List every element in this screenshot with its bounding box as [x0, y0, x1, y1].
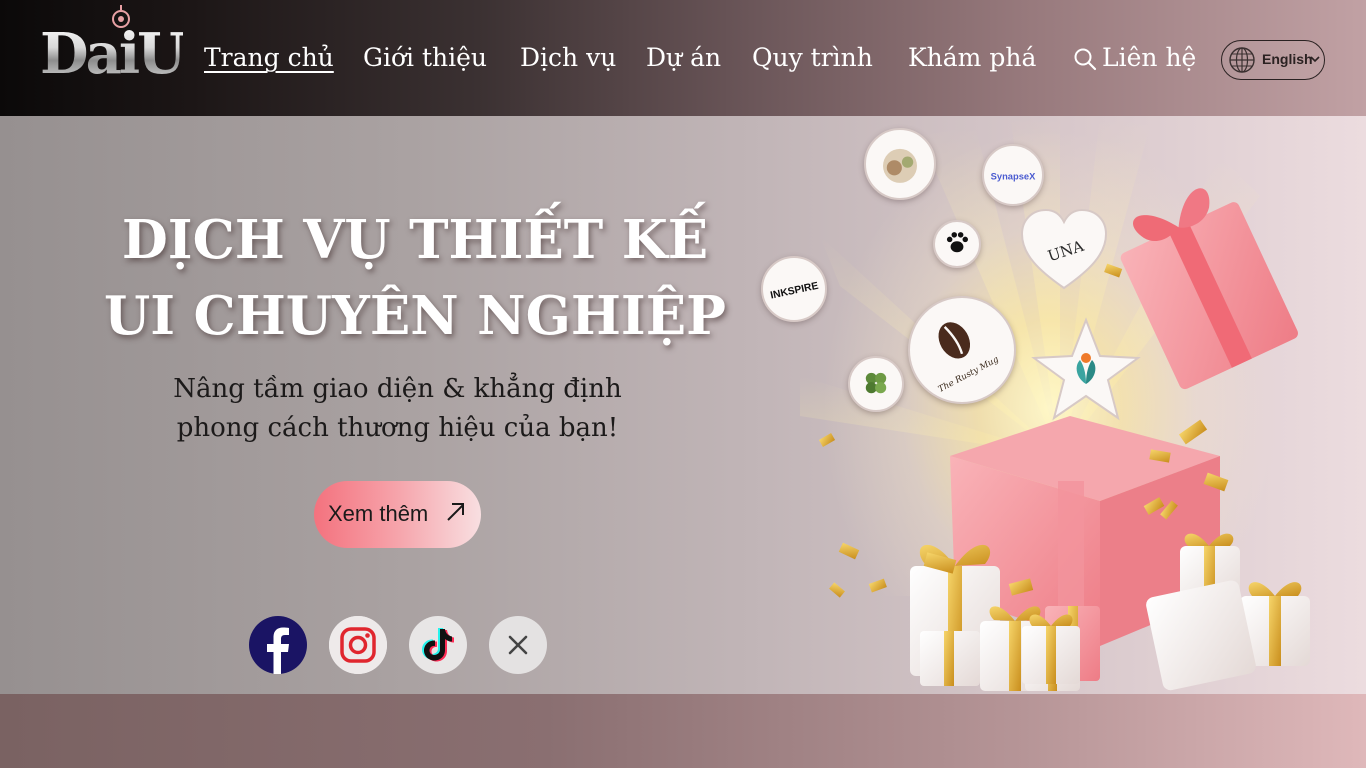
paw-icon: [936, 223, 978, 265]
coffee-bean-icon: The Rusty Mug: [911, 299, 1013, 401]
arrow-up-right-icon: [447, 503, 464, 521]
nav-item-du-an[interactable]: Dự án: [646, 40, 721, 76]
client-logo-una-heart: UNA: [1020, 208, 1108, 290]
globe-icon: [1229, 47, 1255, 73]
close-icon: [489, 616, 547, 674]
logo[interactable]: DaiU: [40, 5, 186, 88]
nav-item-trang-chu[interactable]: Trang chủ: [204, 40, 334, 76]
svg-text:SynapseX: SynapseX: [991, 172, 1036, 182]
hero-title-line-2: UI CHUYÊN NGHIỆP: [104, 285, 726, 347]
client-logo-clover: [848, 356, 904, 412]
cta-label: Xem thêm: [328, 501, 429, 526]
client-logo-star: [1031, 317, 1141, 421]
client-logo-inkspire: INKSPIRE: [761, 256, 827, 322]
hero-subtitle: Nâng tầm giao diện & khẳng định phong cá…: [110, 370, 685, 448]
language-selector[interactable]: English: [1221, 40, 1325, 80]
hero-subtitle-line-1: Nâng tầm giao diện & khẳng định: [173, 374, 622, 404]
tiktok-link[interactable]: [409, 616, 467, 674]
nav-item-quy-trinh[interactable]: Quy trình: [752, 40, 873, 76]
client-logo-synapsex: SynapseX: [982, 144, 1044, 206]
client-badge-icon: [868, 132, 932, 196]
synapsex-icon: SynapseX: [985, 147, 1041, 203]
nav-item-dich-vu[interactable]: Dịch vụ: [520, 40, 616, 76]
nav-item-kham-pha[interactable]: Khám phá: [908, 40, 1036, 76]
xem-them-button[interactable]: Xem thêm: [314, 481, 481, 548]
instagram-link[interactable]: [329, 616, 387, 674]
facebook-icon: [249, 616, 307, 674]
hero-title-line-1: DỊCH VỤ THIẾT KẾ: [121, 209, 709, 271]
hero-title: DỊCH VỤ THIẾT KẾ UI CHUYÊN NGHIỆP: [100, 202, 730, 354]
client-logo-rusty-mug: The Rusty Mug: [908, 296, 1016, 404]
clover-icon: [851, 359, 901, 409]
inkspire-icon: INKSPIRE: [764, 259, 824, 319]
client-logo-paw: [933, 220, 981, 268]
nav-item-gioi-thieu[interactable]: Giới thiệu: [363, 40, 487, 76]
client-logo-1: [864, 128, 936, 200]
next-section-band: [0, 694, 1366, 768]
tiktok-icon: [409, 616, 467, 674]
logo-text: DaiU: [40, 21, 186, 87]
language-label: English: [1262, 51, 1313, 67]
hero-section: DỊCH VỤ THIẾT KẾ UI CHUYÊN NGHIỆP Nâng t…: [0, 116, 1366, 694]
search-icon[interactable]: [1073, 47, 1097, 71]
instagram-icon: [329, 616, 387, 674]
close-social-button[interactable]: [489, 616, 547, 674]
chevron-down-icon: [1310, 56, 1320, 63]
hero-subtitle-line-2: phong cách thương hiệu của bạn!: [176, 413, 619, 443]
nav-item-lien-he[interactable]: Liên hệ: [1102, 40, 1196, 76]
facebook-link[interactable]: [249, 616, 307, 674]
site-header: DaiU Trang chủ Giới thiệu Dịch vụ Dự án …: [0, 0, 1366, 116]
